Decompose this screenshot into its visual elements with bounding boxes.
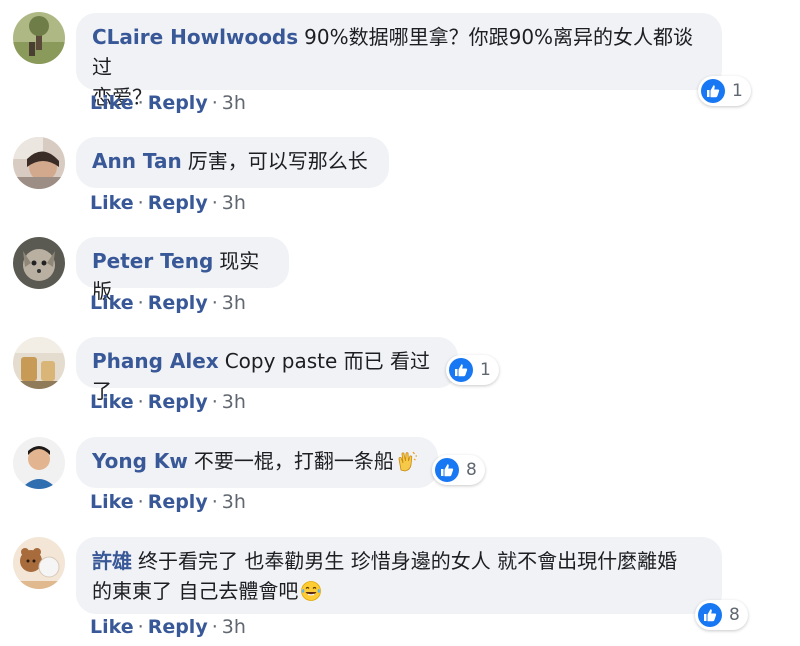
thumbs-up-icon [701,79,725,103]
reaction-count[interactable]: 8 [695,600,748,630]
comment-time[interactable]: 3h [222,616,246,638]
comment-bubble: Peter Teng 现实版 [76,237,289,303]
comment-author[interactable]: CLaire Howlwoods [92,25,298,49]
like-link[interactable]: Like [90,292,134,314]
separator: · [211,92,218,114]
reply-link[interactable]: Reply [148,292,208,314]
reaction-number: 8 [729,605,740,625]
comment-time[interactable]: 3h [222,491,246,513]
reply-link[interactable]: Reply [148,391,208,413]
avatar[interactable] [13,437,65,489]
thumbs-up-icon [449,358,473,382]
comment-actions: Like · Reply · 3h [90,192,246,214]
comment-time[interactable]: 3h [222,92,246,114]
avatar[interactable] [13,12,65,64]
comment-author[interactable]: Yong Kw [92,449,188,473]
comment-bubble: Ann Tan 厉害，可以写那么长 [76,137,389,188]
comment-bubble: CLaire Howlwoods 90%数据哪里拿？你跟90%离异的女人都谈过 恋… [76,13,722,109]
like-link[interactable]: Like [90,616,134,638]
reply-link[interactable]: Reply [148,192,208,214]
comment-actions: Like · Reply · 3h [90,391,246,413]
reaction-count[interactable]: 1 [698,76,751,106]
reaction-number: 1 [480,360,491,380]
comment-bubble: Phang Alex Copy paste 而已 看过了 [76,337,458,403]
reaction-count[interactable]: 1 [446,355,499,385]
comment-bubble: 許雄 终于看完了 也奉勸男生 珍惜身邊的女人 就不會出現什麼離婚 的東東了 自己去… [76,537,722,614]
comment-time[interactable]: 3h [222,192,246,214]
like-link[interactable]: Like [90,192,134,214]
reaction-number: 1 [732,81,743,101]
comment-actions: Like · Reply · 3h [90,491,246,513]
separator: · [211,292,218,314]
separator: · [137,616,144,638]
like-link[interactable]: Like [90,391,134,413]
comment-text: 不要一棍，打翻一条船 [193,449,394,473]
comment-author[interactable]: Peter Teng [92,249,213,273]
separator: · [211,391,218,413]
thumbs-up-icon [435,458,459,482]
comment-author[interactable]: 許雄 [92,549,132,573]
separator: · [211,192,218,214]
separator: · [137,192,144,214]
comment-time[interactable]: 3h [222,292,246,314]
comment-author[interactable]: Ann Tan [92,149,182,173]
reply-link[interactable]: Reply [148,491,208,513]
avatar[interactable] [13,337,65,389]
separator: · [211,616,218,638]
avatar[interactable] [13,537,65,589]
avatar[interactable] [13,237,65,289]
separator: · [137,292,144,314]
avatar[interactable] [13,137,65,189]
clapping-hands-icon [396,450,418,472]
comment-actions: Like · Reply · 3h [90,92,246,114]
comment-actions: Like · Reply · 3h [90,292,246,314]
like-link[interactable]: Like [90,92,134,114]
separator: · [137,92,144,114]
separator: · [211,491,218,513]
comment-actions: Like · Reply · 3h [90,616,246,638]
separator: · [137,491,144,513]
comment-bubble: Yong Kw 不要一棍，打翻一条船 [76,437,438,488]
comment-text-continued: 的東東了 自己去體會吧 [92,579,299,603]
separator: · [137,391,144,413]
comment-time[interactable]: 3h [222,391,246,413]
reply-link[interactable]: Reply [148,92,208,114]
tears-of-joy-icon [300,580,322,602]
reaction-number: 8 [466,460,477,480]
comment-text: 终于看完了 也奉勸男生 珍惜身邊的女人 就不會出現什麼離婚 [138,549,678,573]
comment-author[interactable]: Phang Alex [92,349,219,373]
thumbs-up-icon [698,603,722,627]
comment-text: 厉害，可以写那么长 [187,149,368,173]
reply-link[interactable]: Reply [148,616,208,638]
like-link[interactable]: Like [90,491,134,513]
reaction-count[interactable]: 8 [432,455,485,485]
